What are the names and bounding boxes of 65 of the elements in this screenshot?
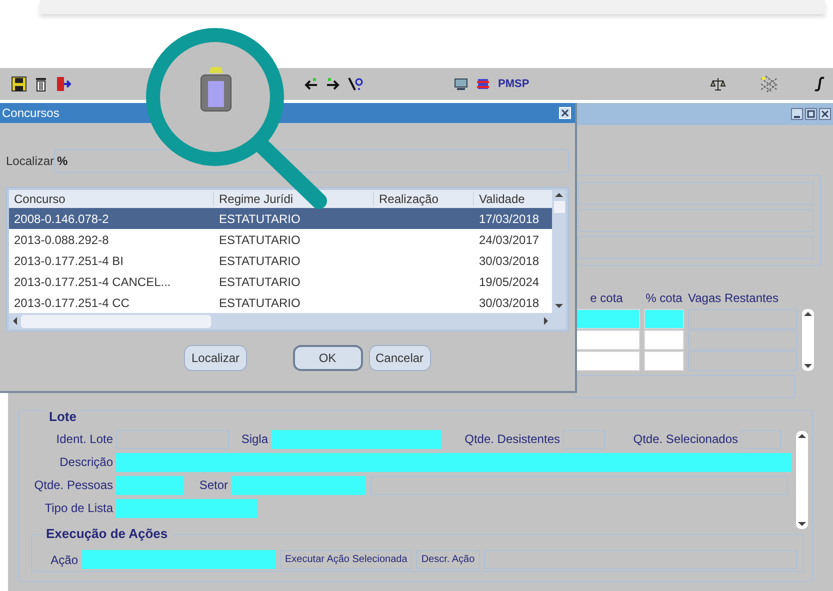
column-header[interactable]: Regime Jurídi xyxy=(214,192,374,206)
field-label: Descrição xyxy=(58,455,113,469)
column-header: e cota xyxy=(589,291,624,306)
scroll-right-icon[interactable] xyxy=(544,317,548,325)
clipboard-icon xyxy=(200,67,232,112)
scroll-left-icon[interactable] xyxy=(13,317,17,325)
input-field[interactable] xyxy=(116,476,184,494)
toolbar-label: PMSP xyxy=(498,78,530,90)
input-field[interactable] xyxy=(82,550,276,569)
list-row[interactable]: 2013-0.088.292-8 ESTATUTARIO 24/03/2017 xyxy=(9,229,552,250)
scroll-up-icon[interactable] xyxy=(555,193,563,197)
scrollbar[interactable] xyxy=(552,190,566,329)
list-row[interactable]: 2013-0.177.251-4 CC ESTATUTARIO 30/03/2018 xyxy=(9,292,552,313)
column-header[interactable]: Concurso xyxy=(9,192,214,206)
field-label: Setor xyxy=(198,478,228,492)
field-label: Qtde. Desistentes xyxy=(464,432,560,446)
input-field[interactable] xyxy=(573,375,795,398)
list-row[interactable]: 2008-0.146.078-2 ESTATUTARIO 17/03/2018 xyxy=(9,208,552,229)
group-title: Execução de Ações xyxy=(42,526,172,541)
scrollbar[interactable] xyxy=(802,309,814,371)
scroll-down-icon[interactable] xyxy=(804,364,812,368)
scales-icon[interactable] xyxy=(709,75,727,93)
maximize-icon[interactable] xyxy=(805,108,817,120)
dialog-title: Concursos xyxy=(2,106,60,120)
field-label: Qtde. Pessoas xyxy=(33,478,113,492)
table-cell[interactable] xyxy=(644,309,684,329)
input-field[interactable] xyxy=(231,476,366,494)
field-label: Sigla xyxy=(240,432,268,446)
group-title: Lote xyxy=(45,409,80,424)
table-cell[interactable] xyxy=(644,351,684,371)
input-field[interactable] xyxy=(271,430,441,448)
field-label: Tipo de Lista xyxy=(44,501,113,515)
scrollbar[interactable] xyxy=(796,431,808,529)
scroll-thumb[interactable] xyxy=(554,201,564,213)
input-field[interactable] xyxy=(116,498,257,518)
scroll-thumb[interactable] xyxy=(21,314,211,328)
field-label: Ident. Lote xyxy=(55,432,113,446)
field-label: Qtde. Selecionados xyxy=(632,432,738,446)
field-label: Ação xyxy=(50,552,78,566)
input-field[interactable] xyxy=(578,236,814,259)
dialog-button[interactable]: Localizar xyxy=(184,345,246,371)
dialog-button[interactable]: OK xyxy=(292,345,362,371)
scrollbar[interactable] xyxy=(9,313,552,329)
search-label: Localizar xyxy=(6,154,54,168)
input-field[interactable] xyxy=(578,182,814,205)
pattern-icon[interactable] xyxy=(759,74,779,94)
action-button[interactable]: Descr. Ação xyxy=(416,550,480,569)
input-field[interactable] xyxy=(578,209,814,232)
scroll-down-icon[interactable] xyxy=(555,304,563,308)
scroll-up-icon[interactable] xyxy=(798,434,806,438)
column-header[interactable]: Realização xyxy=(374,192,474,206)
minimize-icon[interactable] xyxy=(791,108,803,120)
dialog-button[interactable]: Cancelar xyxy=(368,345,431,371)
save-icon[interactable] xyxy=(10,75,28,93)
list-row[interactable]: 2013-0.177.251-4 CANCEL... ESTATUTARIO 19/05/2024 xyxy=(9,271,552,292)
close-icon[interactable] xyxy=(819,108,831,120)
action-button[interactable]: Executar Ação Selecionada xyxy=(280,550,412,569)
exit-door-icon[interactable] xyxy=(54,75,72,93)
column-header: % cota xyxy=(644,291,684,306)
scroll-down-icon[interactable] xyxy=(798,522,806,526)
list-row[interactable]: 2013-0.177.251-4 BI ESTATUTARIO 30/03/2018 xyxy=(9,250,552,271)
column-header: Vagas Restantes xyxy=(688,291,780,306)
scroll-up-icon[interactable] xyxy=(804,312,812,316)
table-cell[interactable] xyxy=(644,330,684,350)
input-field[interactable] xyxy=(116,452,791,472)
